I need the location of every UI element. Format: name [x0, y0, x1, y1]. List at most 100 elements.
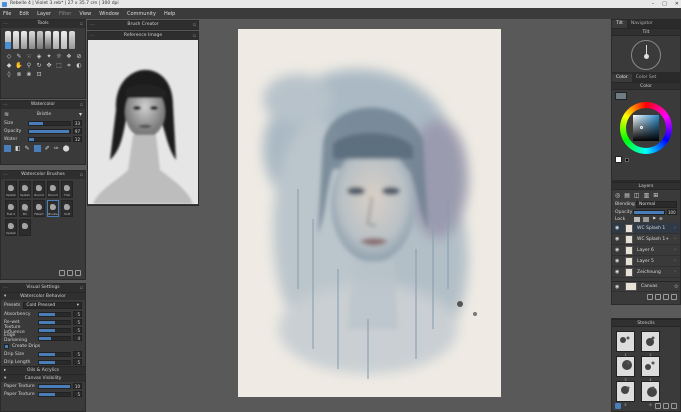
- eye-icon[interactable]: ◉: [615, 247, 621, 253]
- smudge-mode-icon[interactable]: [33, 145, 41, 152]
- stencil-view-icon[interactable]: [615, 403, 621, 409]
- pastel-tool-icon[interactable]: [29, 31, 35, 49]
- zoom-icon[interactable]: ⚲: [25, 62, 33, 70]
- stencil-thumbnail[interactable]: 6: [641, 381, 660, 407]
- brush-preset-icon[interactable]: ≋: [4, 111, 9, 118]
- new-layer-icon[interactable]: [647, 294, 653, 300]
- duplicate-layer-icon[interactable]: [655, 294, 661, 300]
- blend-mode-icon[interactable]: ✎: [25, 145, 30, 152]
- brush-thumbnail[interactable]: Soft: [61, 200, 73, 217]
- brush-thumbnail[interactable]: Flat: [61, 181, 73, 198]
- tilt-mode-icon[interactable]: ⬤: [63, 145, 70, 152]
- dry-icon[interactable]: ☼: [55, 53, 63, 61]
- lock-position-icon[interactable]: ⚑: [652, 217, 656, 222]
- canvas-layer[interactable]: ◉ Canvas ⚙: [612, 281, 680, 292]
- tab-tilt[interactable]: Tilt: [612, 20, 627, 28]
- drop-icon[interactable]: ◐: [75, 62, 83, 70]
- brush-thumbnail[interactable]: Flat Bri: [19, 200, 31, 217]
- create-drips-checkbox[interactable]: [4, 343, 9, 349]
- layer-row[interactable]: ◉ WC Splash 1 ›: [612, 223, 680, 234]
- menu-edit[interactable]: Edit: [19, 11, 29, 17]
- drip-size-slider[interactable]: Drip Size 5: [1, 350, 85, 358]
- pencil-tool-icon[interactable]: [37, 31, 43, 49]
- brush-thumbnail[interactable]: Splash: [19, 181, 31, 198]
- stencil-thumbnail[interactable]: 3: [616, 356, 635, 382]
- stencil-add-icon[interactable]: [655, 403, 661, 409]
- brush-thumbnail[interactable]: Splash: [5, 219, 17, 236]
- blending-select[interactable]: Normal: [636, 201, 677, 208]
- airbrush-tool-icon[interactable]: [61, 31, 67, 49]
- tilt-dial[interactable]: [631, 40, 661, 70]
- brush-thumbnail[interactable]: Round: [47, 181, 59, 198]
- painting-canvas[interactable]: [238, 29, 501, 397]
- menu-filter[interactable]: Filter: [59, 11, 71, 17]
- brush-thumbnail[interactable]: Bristle: [47, 200, 59, 217]
- menu-view[interactable]: View: [79, 11, 91, 17]
- chevron-right-icon[interactable]: ›: [674, 247, 680, 253]
- layer-add-icon[interactable]: ◎: [615, 192, 620, 199]
- acrylic-tool-icon[interactable]: [13, 31, 19, 49]
- menu-window[interactable]: Window: [99, 11, 119, 17]
- tab-color-set[interactable]: Color Set: [632, 74, 661, 82]
- chevron-right-icon[interactable]: ›: [674, 258, 680, 264]
- opacity-slider[interactable]: Opacity 97: [1, 127, 85, 135]
- import-brush-icon[interactable]: [59, 270, 65, 276]
- dry-mode-icon[interactable]: ✐: [45, 145, 50, 152]
- layer-opacity-slider[interactable]: Opacity 100: [612, 208, 680, 216]
- layer-row[interactable]: ◉ Zeichnung ›: [612, 267, 680, 278]
- oils-acrylics-section[interactable]: ▸ Oils & Acrylics: [1, 366, 85, 374]
- duplicate-brush-icon[interactable]: [67, 270, 73, 276]
- canvas-settings-icon[interactable]: ⚙: [674, 284, 680, 290]
- drip-length-slider[interactable]: Drip Length 5: [1, 358, 85, 366]
- eraser-icon[interactable]: ◇: [5, 53, 13, 61]
- blend-icon[interactable]: ✎: [15, 53, 23, 61]
- wet-icon[interactable]: ❖: [65, 53, 73, 61]
- picker-icon[interactable]: ⊘: [75, 53, 83, 61]
- watercolor-behavior-section[interactable]: ▾ Watercolor Behavior: [1, 292, 85, 300]
- layer-merge-icon[interactable]: ▥: [644, 192, 650, 199]
- crop-icon[interactable]: ⌗: [65, 62, 73, 70]
- layer-options-icon[interactable]: ⊞: [653, 192, 658, 199]
- marker-tool-icon[interactable]: [53, 31, 59, 49]
- stencil-import-icon[interactable]: [663, 403, 669, 409]
- close-button[interactable]: ✕: [675, 0, 679, 8]
- fill-icon[interactable]: ◆: [5, 62, 13, 70]
- paper-texture-slider[interactable]: Paper Texture 10: [1, 382, 85, 390]
- secondary-color-box[interactable]: [625, 157, 629, 162]
- eye-icon[interactable]: ◉: [615, 284, 621, 290]
- hand-icon[interactable]: ✋: [15, 62, 23, 70]
- transform-icon[interactable]: ✥: [45, 62, 53, 70]
- lock-transparency-icon[interactable]: [634, 217, 640, 222]
- delete-layer-icon[interactable]: [671, 294, 677, 300]
- ruler-icon[interactable]: ⊡: [35, 71, 43, 79]
- lock-paint-icon[interactable]: [643, 217, 649, 222]
- water-slider[interactable]: Water 12: [1, 135, 85, 143]
- palette-knife-icon[interactable]: [69, 31, 75, 49]
- menu-help[interactable]: Help: [164, 11, 175, 17]
- edge-darkening-slider[interactable]: Edge Darkening 4: [1, 333, 85, 343]
- stencil-thumbnail[interactable]: 1: [616, 331, 635, 357]
- watercolor-tool-icon[interactable]: [5, 31, 11, 49]
- brush-thumbnail[interactable]: Splash: [5, 181, 17, 198]
- rotate-icon[interactable]: ↻: [35, 62, 43, 70]
- canvas-visibility-section[interactable]: ▾ Canvas Visibility: [1, 374, 85, 382]
- color-wheel[interactable]: [620, 102, 672, 154]
- size-slider[interactable]: Size 33: [1, 119, 85, 127]
- layer-group-icon[interactable]: ▤: [624, 192, 630, 199]
- reference-photo[interactable]: [88, 40, 198, 204]
- tab-navigator[interactable]: Navigator: [627, 20, 657, 28]
- paint-mode-icon[interactable]: [4, 145, 11, 152]
- brush-thumbnail[interactable]: Filbert: [33, 200, 45, 217]
- paper-texture-2-slider[interactable]: Paper Texture 5: [1, 390, 85, 398]
- lock-all-icon[interactable]: ⊕: [659, 217, 663, 222]
- eye-icon[interactable]: ◉: [615, 269, 621, 275]
- brush-thumbnail[interactable]: Flat 2: [5, 200, 17, 217]
- menu-file[interactable]: File: [3, 11, 11, 17]
- smudge-icon[interactable]: ☜: [25, 53, 33, 61]
- absorbency-slider[interactable]: Absorbency 5: [1, 310, 85, 318]
- layer-row[interactable]: ◉ Layer 5 ›: [612, 256, 680, 267]
- stencil-delete-icon[interactable]: [671, 403, 677, 409]
- oil-tool-icon[interactable]: [21, 31, 27, 49]
- ink-pen-tool-icon[interactable]: [45, 31, 51, 49]
- current-color-swatch[interactable]: [615, 92, 627, 100]
